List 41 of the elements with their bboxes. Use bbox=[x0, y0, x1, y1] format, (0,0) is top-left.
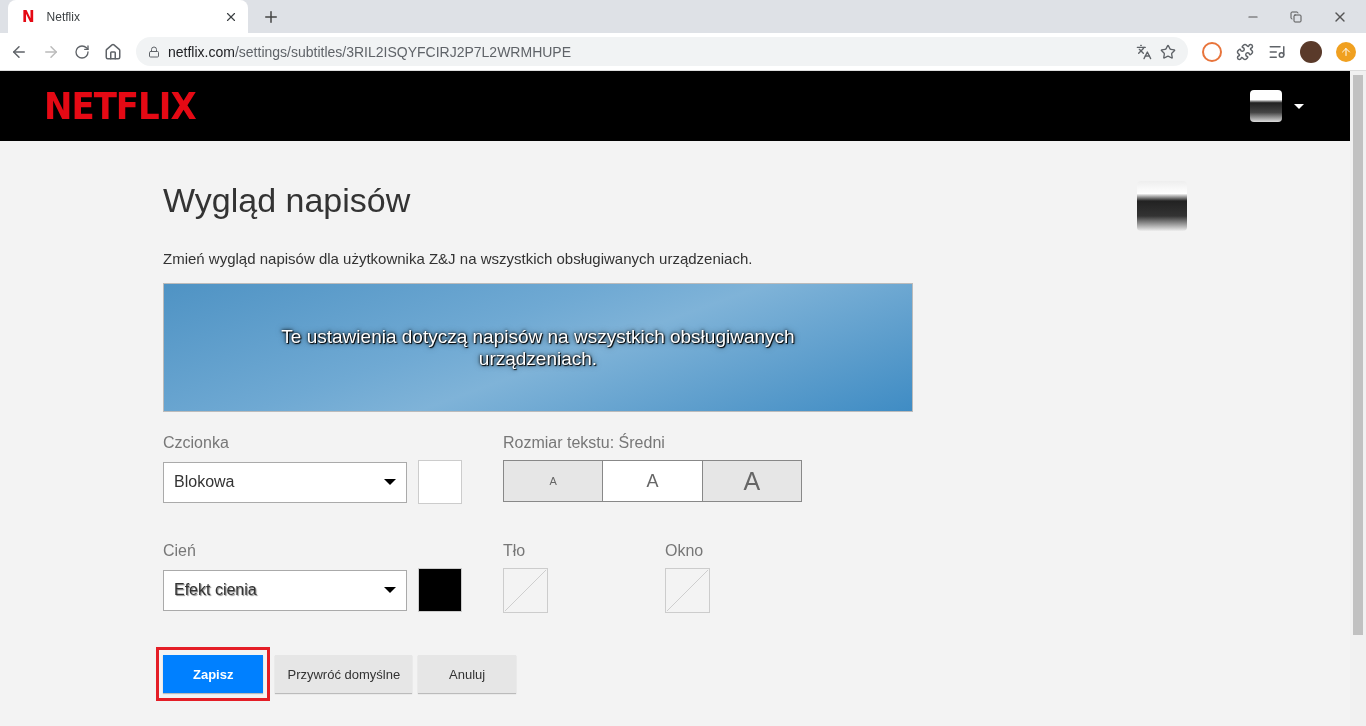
url-host: netflix.com bbox=[168, 43, 235, 60]
color-swatch[interactable] bbox=[418, 460, 462, 504]
star-icon[interactable] bbox=[1160, 43, 1176, 60]
size-option[interactable]: A bbox=[701, 461, 801, 501]
field-label: Czcionka bbox=[163, 434, 230, 452]
profile-avatar[interactable] bbox=[1300, 40, 1322, 63]
field-label: Okno bbox=[665, 542, 705, 560]
transparent-swatch[interactable] bbox=[665, 568, 710, 613]
field-label: Cień bbox=[163, 542, 197, 560]
size-option[interactable]: A bbox=[602, 461, 702, 501]
field-label: Rozmiar tekstu: Średni bbox=[503, 434, 666, 452]
puzzle-icon[interactable] bbox=[1236, 42, 1254, 61]
browser-tab[interactable]: N Netflix bbox=[8, 0, 248, 33]
shadow-select[interactable]: Efekt cienia bbox=[163, 569, 407, 611]
profile-avatar bbox=[1137, 181, 1187, 231]
color-swatch[interactable] bbox=[418, 568, 462, 612]
address-bar[interactable]: netflix.com/settings/subtitles/3RIL2ISQYFCIRJ2P7L2WRMHUPE bbox=[136, 37, 1188, 66]
field-label: Tło bbox=[503, 542, 527, 560]
save-button[interactable]: Zapisz bbox=[163, 655, 264, 693]
netflix-favicon: N bbox=[22, 7, 35, 26]
translate-icon[interactable] bbox=[1136, 43, 1152, 60]
url-path: /settings/subtitles/3RIL2ISQYFCIRJ2P7L2WRMHUPE bbox=[234, 43, 572, 60]
secondary-button[interactable]: Przywróć domyślne bbox=[275, 655, 413, 693]
caret-icon bbox=[384, 479, 396, 485]
preview-text: Te ustawienia dotyczą napisów na wszystkich obsługiwanych urządzeniach. bbox=[280, 325, 796, 370]
extension-icon[interactable] bbox=[1202, 41, 1222, 62]
size-option[interactable]: A bbox=[504, 461, 603, 501]
caret-icon bbox=[384, 587, 396, 593]
transparent-swatch[interactable] bbox=[503, 568, 548, 613]
home-icon[interactable] bbox=[104, 42, 122, 61]
secondary-button[interactable]: Anuluj bbox=[418, 655, 517, 693]
description: Zmień wygląd napisów dla użytkownika Z&J na wszystkich obsługiwanych urządzeniach. bbox=[163, 250, 754, 267]
restore-icon[interactable] bbox=[1290, 10, 1302, 23]
caret-icon[interactable] bbox=[1294, 103, 1304, 109]
lock-icon bbox=[148, 45, 160, 58]
new-tab-icon[interactable] bbox=[262, 8, 280, 26]
profile-avatar[interactable] bbox=[1250, 90, 1282, 122]
font-select[interactable]: Blokowa bbox=[163, 461, 407, 503]
reload-icon[interactable] bbox=[74, 43, 90, 60]
page-title: Wygląd napisów bbox=[163, 181, 412, 220]
netflix-logo[interactable]: NETFLIX bbox=[44, 84, 196, 128]
